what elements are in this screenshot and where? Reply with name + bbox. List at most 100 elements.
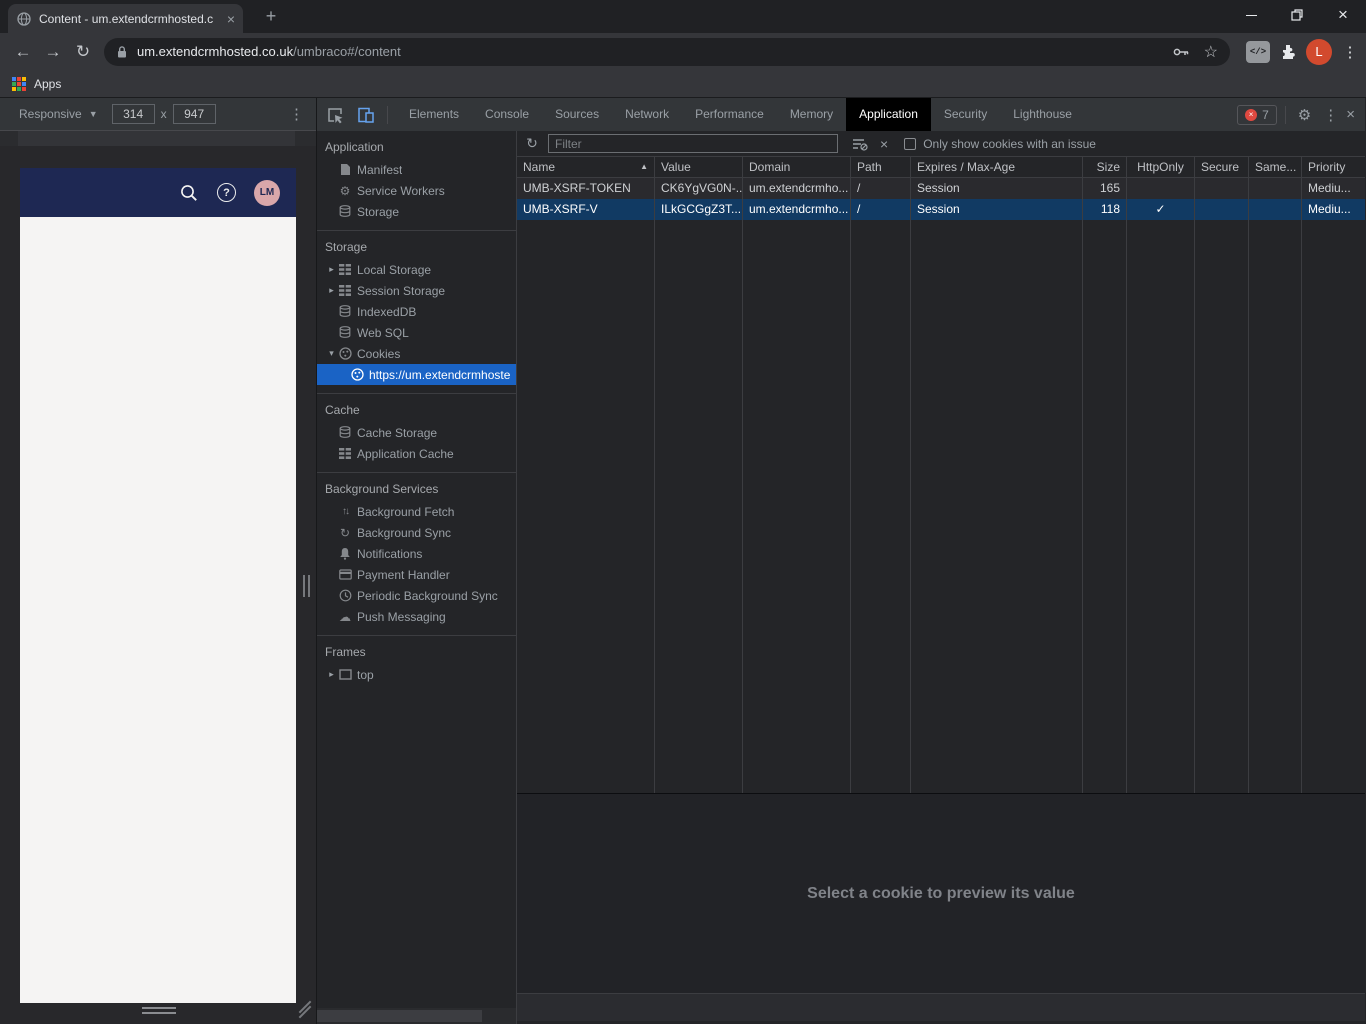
sidebar-item-manifest[interactable]: Manifest (317, 159, 516, 180)
sidebar-item-cache-storage[interactable]: Cache Storage (317, 422, 516, 443)
tab-application[interactable]: Application (846, 98, 931, 131)
sidebar-item-push-messaging[interactable]: ☁ Push Messaging (317, 606, 516, 627)
viewport-resize-handle-bottom[interactable] (142, 1007, 176, 1017)
device-toolbar-menu-icon[interactable]: ⋮ (289, 105, 304, 123)
profile-avatar[interactable]: L (1306, 39, 1332, 65)
viewport-resize-handle-right[interactable] (303, 575, 310, 597)
back-icon[interactable]: ← (8, 42, 38, 62)
gear-icon: ⚙ (338, 185, 352, 197)
sidebar-item-background-fetch[interactable]: ↑↓ Background Fetch (317, 501, 516, 522)
cookie-row-umb-xsrf-token[interactable]: UMB-XSRF-TOKEN CK6YgVG0N-... um.extendcr… (517, 178, 1365, 199)
tab-performance[interactable]: Performance (682, 98, 777, 131)
tab-title: Content - um.extendcrmhosted.c (39, 12, 223, 26)
cookie-filter-input[interactable] (548, 134, 838, 153)
sidebar-horizontal-scrollbar[interactable] (317, 1008, 516, 1024)
sidebar-item-session-storage[interactable]: ▸ Session Storage (317, 280, 516, 301)
column-header-domain[interactable]: Domain (743, 157, 851, 177)
viewport-resize-handle-corner[interactable] (296, 1001, 314, 1019)
tab-lighthouse[interactable]: Lighthouse (1000, 98, 1085, 131)
sidebar-item-background-sync[interactable]: ↻ Background Sync (317, 522, 516, 543)
tab-security[interactable]: Security (931, 98, 1000, 131)
sidebar-item-service-workers[interactable]: ⚙ Service Workers (317, 180, 516, 201)
sidebar-item-payment-handler[interactable]: Payment Handler (317, 564, 516, 585)
bookmark-star-icon[interactable]: ☆ (1204, 42, 1218, 62)
sidebar-item-web-sql[interactable]: Web SQL (317, 322, 516, 343)
sidebar-item-application-cache[interactable]: Application Cache (317, 443, 516, 464)
scrollbar-thumb[interactable] (317, 1010, 482, 1022)
search-icon[interactable] (179, 183, 199, 203)
sidebar-item-cookie-origin[interactable]: https://um.extendcrmhoste (317, 364, 516, 385)
tab-memory[interactable]: Memory (777, 98, 846, 131)
tab-close-icon[interactable]: × (227, 11, 235, 27)
apps-shortcut[interactable]: Apps (34, 77, 61, 91)
error-icon: × (1245, 109, 1257, 121)
code-extension-icon[interactable]: </> (1246, 41, 1270, 63)
sidebar-item-frame-top[interactable]: ▸ top (317, 664, 516, 685)
expander-icon[interactable]: ▸ (325, 669, 338, 680)
url-path: /umbraco#/content (293, 44, 401, 59)
sidebar-item-periodic-background-sync[interactable]: Periodic Background Sync (317, 585, 516, 606)
page-viewport-pane: Responsive ▼ x ⋮ ? LM (0, 98, 317, 1024)
sidebar-item-storage[interactable]: Storage (317, 201, 516, 222)
check-icon: ✓ (1127, 199, 1195, 220)
sidebar-item-indexeddb[interactable]: IndexedDB (317, 301, 516, 322)
inspect-element-icon[interactable] (322, 102, 348, 128)
column-header-samesite[interactable]: Same... (1249, 157, 1302, 177)
sidebar-item-local-storage[interactable]: ▸ Local Storage (317, 259, 516, 280)
window-controls: × (1228, 0, 1366, 30)
column-header-expires[interactable]: Expires / Max-Age (911, 157, 1083, 177)
globe-favicon-icon (16, 11, 32, 27)
viewport-height-input[interactable] (173, 104, 216, 124)
reload-icon[interactable]: ↻ (68, 42, 98, 62)
section-frames: Frames (317, 636, 516, 664)
new-tab-button[interactable]: + (260, 6, 282, 27)
settings-gear-icon[interactable]: ⚙ (1298, 106, 1311, 124)
column-header-path[interactable]: Path (851, 157, 911, 177)
restore-button[interactable] (1274, 0, 1320, 30)
tab-elements[interactable]: Elements (396, 98, 472, 131)
cookie-preview-pane: Select a cookie to preview its value (517, 794, 1365, 993)
sidebar-item-notifications[interactable]: Notifications (317, 543, 516, 564)
address-bar[interactable]: um.extendcrmhosted.co.uk/umbraco#/conten… (104, 38, 1230, 66)
minimize-button[interactable] (1228, 0, 1274, 30)
error-badge[interactable]: × 7 (1237, 105, 1277, 125)
column-header-priority[interactable]: Priority (1302, 157, 1365, 177)
sync-icon: ↻ (338, 527, 352, 539)
expander-icon[interactable]: ▸ (325, 285, 338, 296)
expander-icon[interactable]: ▾ (325, 348, 338, 359)
dimensions-times-label: x (161, 107, 167, 121)
only-issues-checkbox[interactable] (904, 138, 916, 150)
devtools-menu-icon[interactable]: ⋮ (1323, 106, 1338, 124)
emulated-page[interactable]: ? LM (20, 168, 296, 1003)
column-header-size[interactable]: Size (1083, 157, 1127, 177)
forward-icon[interactable]: → (38, 42, 68, 62)
key-icon[interactable] (1173, 46, 1190, 58)
extensions-puzzle-icon[interactable] (1280, 44, 1296, 60)
table-icon (338, 285, 352, 296)
tab-network[interactable]: Network (612, 98, 682, 131)
cloud-icon: ☁ (338, 611, 352, 623)
refresh-icon[interactable]: ↻ (524, 135, 540, 152)
column-header-secure[interactable]: Secure (1195, 157, 1249, 177)
devtools-close-icon[interactable]: × (1346, 106, 1355, 123)
device-toolbar-toggle-icon[interactable] (353, 102, 379, 128)
clear-filter-icon[interactable] (852, 137, 868, 151)
frame-icon (338, 669, 352, 680)
tab-console[interactable]: Console (472, 98, 542, 131)
viewport-width-input[interactable] (112, 104, 155, 124)
browser-tab[interactable]: Content - um.extendcrmhosted.c × (8, 4, 243, 33)
device-mode-select[interactable]: Responsive (19, 107, 82, 121)
sidebar-item-cookies[interactable]: ▾ Cookies (317, 343, 516, 364)
column-header-name[interactable]: Name▲ (517, 157, 655, 177)
database-icon (338, 305, 352, 318)
user-avatar[interactable]: LM (254, 180, 280, 206)
delete-cookie-icon[interactable]: × (880, 136, 888, 152)
column-header-value[interactable]: Value (655, 157, 743, 177)
tab-sources[interactable]: Sources (542, 98, 612, 131)
browser-menu-icon[interactable]: ⋮ (1342, 43, 1358, 61)
column-header-httponly[interactable]: HttpOnly (1127, 157, 1195, 177)
help-icon[interactable]: ? (217, 183, 236, 202)
close-button[interactable]: × (1320, 0, 1366, 30)
cookie-row-umb-xsrf-v-selected[interactable]: UMB-XSRF-V ILkGCGgZ3T... um.extendcrmho.… (517, 199, 1365, 220)
expander-icon[interactable]: ▸ (325, 264, 338, 275)
